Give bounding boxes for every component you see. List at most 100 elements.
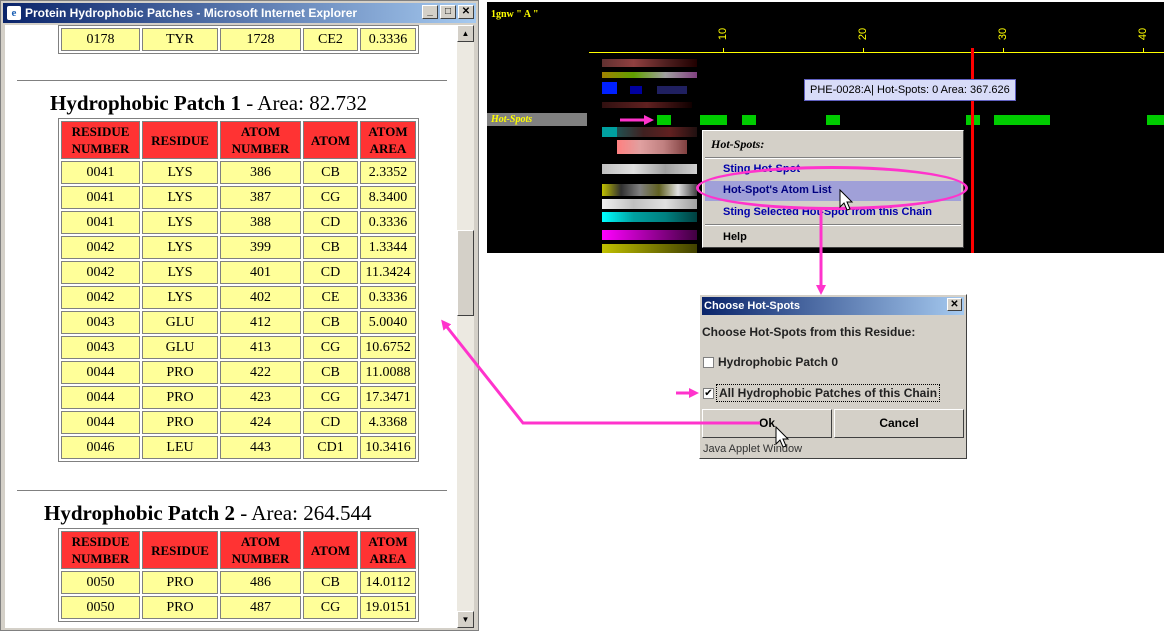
table-cell: 402 (220, 286, 301, 309)
ie-icon: e (7, 6, 21, 20)
hotspot-block[interactable] (657, 115, 671, 125)
table-cell: 0044 (61, 386, 140, 409)
property-strip (602, 59, 697, 67)
table-row: 0044 PRO 423 CG 17.3471 (61, 386, 416, 409)
column-header: ATOM (303, 531, 358, 569)
scrollbar-thumb[interactable] (457, 230, 474, 316)
table-cell: 11.0088 (360, 361, 416, 384)
column-header: ATOM (303, 121, 358, 159)
hotspots-track-label: Hot-Spots (487, 113, 587, 126)
column-header: ATOM NUMBER (220, 121, 301, 159)
hotspot-block[interactable] (826, 115, 840, 125)
table-cell: CD (303, 261, 358, 284)
table-row: 0044 PRO 422 CB 11.0088 (61, 361, 416, 384)
menu-item-help[interactable]: Help (723, 231, 747, 243)
property-strip (602, 164, 697, 174)
column-header: RESIDUE NUMBER (61, 531, 140, 569)
hotspot-block[interactable] (1147, 115, 1164, 125)
table-cell: 0.3336 (360, 28, 416, 51)
table-row: 0041 LYS 387 CG 8.3400 (61, 186, 416, 209)
property-strip (602, 82, 617, 94)
table-cell: 0050 (61, 596, 140, 619)
table-cell: 0.3336 (360, 211, 416, 234)
column-header: ATOM AREA (360, 121, 416, 159)
property-strip (602, 184, 697, 196)
table-row: 0042 LYS 402 CE 0.3336 (61, 286, 416, 309)
table-cell: 17.3471 (360, 386, 416, 409)
column-header: RESIDUE (142, 531, 218, 569)
table-cell: PRO (142, 596, 218, 619)
table-cell: CG (303, 386, 358, 409)
table-row: 0043 GLU 413 CG 10.6752 (61, 336, 416, 359)
dialog-close-icon[interactable]: ✕ (947, 298, 962, 311)
table-row: 0178 TYR 1728 CE2 0.3336 (61, 28, 416, 51)
table-cell: 388 (220, 211, 301, 234)
ok-button[interactable]: Ok (702, 409, 832, 438)
patch-0-checkbox[interactable] (703, 357, 714, 368)
column-header: RESIDUE (142, 121, 218, 159)
hotspot-block[interactable] (742, 115, 756, 125)
table-cell: 487 (220, 596, 301, 619)
scroll-down-arrow-icon[interactable]: ▼ (457, 611, 474, 628)
divider (17, 80, 447, 82)
column-header: ATOM AREA (360, 531, 416, 569)
ruler-tick-label: 30 (997, 27, 1009, 41)
table-cell: 10.3416 (360, 436, 416, 459)
table-cell: 1.3344 (360, 236, 416, 259)
all-patches-checkbox[interactable]: ✔ (703, 388, 714, 399)
table-row: 0041 LYS 386 CB 2.3352 (61, 161, 416, 184)
table-cell: 0178 (61, 28, 140, 51)
table-row: 0046 LEU 443 CD1 10.3416 (61, 436, 416, 459)
table-cell: 0041 (61, 161, 140, 184)
table-cell: PRO (142, 361, 218, 384)
table-cell: 0.3336 (360, 286, 416, 309)
table-cell: CG (303, 186, 358, 209)
table-cell: LEU (142, 436, 218, 459)
table-cell: 386 (220, 161, 301, 184)
table-cell: CB (303, 361, 358, 384)
window-controls: _ □ ✕ (422, 5, 474, 19)
dialog-title[interactable]: Choose Hot-Spots (702, 297, 964, 315)
table-cell: 0044 (61, 411, 140, 434)
table-cell: 2.3352 (360, 161, 416, 184)
table-cell: 0044 (61, 361, 140, 384)
page-content: 0178 TYR 1728 CE2 0.3336 Hydrophobic Pat… (5, 25, 457, 628)
hotspot-block[interactable] (700, 115, 727, 125)
property-strip (617, 140, 687, 154)
patch-2-title: Hydrophobic Patch 2 - Area: 264.544 (44, 501, 371, 526)
table-cell: PRO (142, 386, 218, 409)
table-header-row: RESIDUE NUMBER RESIDUE ATOM NUMBER ATOM ATOM… (61, 121, 416, 159)
scroll-up-arrow-icon[interactable]: ▲ (457, 25, 474, 42)
chain-label: 1gnw " A " (491, 9, 539, 20)
cancel-button[interactable]: Cancel (834, 409, 964, 438)
vertical-scrollbar[interactable]: ▲ ▼ (457, 25, 474, 628)
minimize-button[interactable]: _ (422, 5, 438, 19)
table-cell: 1728 (220, 28, 301, 51)
patch-0-label[interactable]: Hydrophobic Patch 0 (718, 355, 838, 369)
chain-viewer-applet[interactable]: 1gnw " A " 10 20 30 40 Hot-Spots PHE-002… (487, 2, 1164, 253)
table-cell: CG (303, 336, 358, 359)
table-cell: 10.6752 (360, 336, 416, 359)
browser-title-bar[interactable]: e Protein Hydrophobic Patches - Microsof… (3, 3, 476, 23)
residue-ruler (589, 52, 1164, 53)
divider (17, 490, 447, 492)
property-strip (602, 102, 692, 108)
property-strip (602, 127, 617, 137)
table-cell: 0050 (61, 571, 140, 594)
property-strip (602, 212, 697, 222)
table-cell: GLU (142, 336, 218, 359)
table-cell: 0043 (61, 311, 140, 334)
property-strip (602, 230, 697, 240)
table-cell: 443 (220, 436, 301, 459)
applet-window-footer: Java Applet Window (703, 443, 803, 455)
table-row: 0050 PRO 487 CG 19.0151 (61, 596, 416, 619)
ruler-tick (1003, 48, 1004, 53)
property-strip (617, 127, 697, 137)
all-patches-label[interactable]: All Hydrophobic Patches of this Chain (716, 384, 941, 402)
maximize-button[interactable]: □ (440, 5, 456, 19)
hotspot-block[interactable] (994, 115, 1050, 125)
table-cell: CB (303, 311, 358, 334)
close-button[interactable]: ✕ (458, 5, 474, 19)
table-cell: PRO (142, 411, 218, 434)
column-header: ATOM NUMBER (220, 531, 301, 569)
